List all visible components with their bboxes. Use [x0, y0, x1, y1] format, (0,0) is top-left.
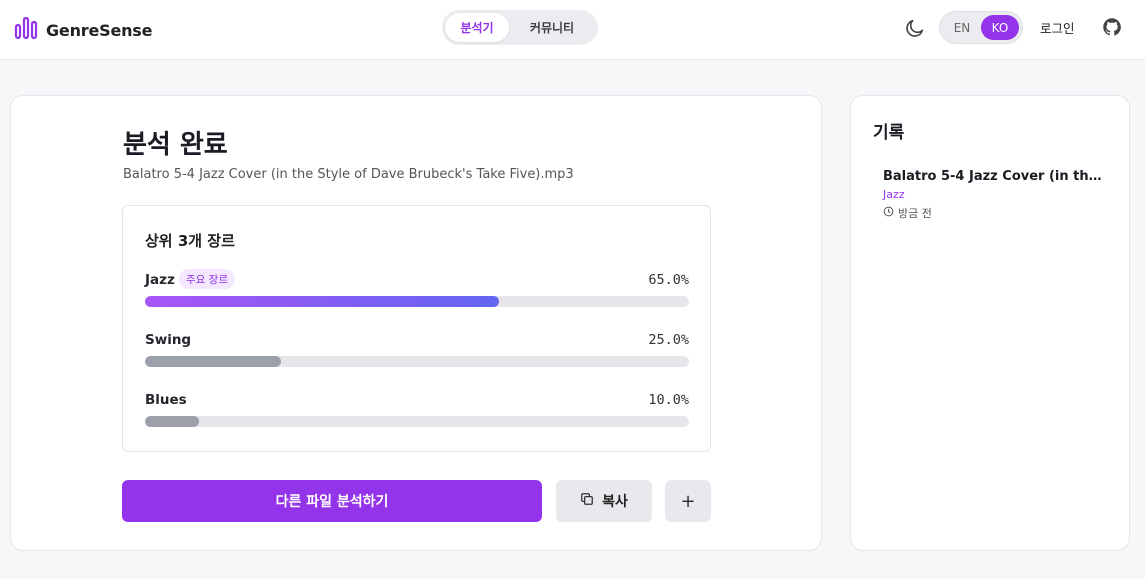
- copy-icon: [580, 492, 594, 510]
- github-icon[interactable]: [1102, 17, 1122, 41]
- copy-button[interactable]: 복사: [556, 480, 652, 522]
- moon-icon[interactable]: [904, 17, 926, 43]
- tab-community[interactable]: 커뮤니티: [511, 13, 593, 42]
- lang-en-option[interactable]: EN: [943, 15, 981, 40]
- genre-progress-track: [145, 296, 689, 307]
- genre-name: Jazz: [145, 272, 175, 288]
- history-item-title: Balatro 5-4 Jazz Cover (in the Style of …: [883, 169, 1105, 184]
- history-item-time: 방금 전: [883, 205, 1105, 221]
- genre-progress-track: [145, 356, 689, 367]
- bars-logo-icon: [14, 16, 38, 44]
- file-name: Balatro 5-4 Jazz Cover (in the Style of …: [123, 167, 574, 182]
- genre-percent: 65.0%: [648, 272, 689, 288]
- genre-progress-fill: [145, 356, 281, 367]
- genre-percent: 25.0%: [648, 332, 689, 348]
- genres-heading: 상위 3개 장르: [145, 232, 235, 250]
- logo[interactable]: GenreSense: [14, 16, 152, 44]
- history-item-time-label: 방금 전: [898, 207, 932, 220]
- page-title: 분석 완료: [123, 130, 228, 160]
- top-navbar: GenreSense 분석기 커뮤니티 EN KO 로그인: [0, 0, 1145, 60]
- copy-label: 복사: [602, 494, 628, 510]
- genre-results-panel: 상위 3개 장르 Jazz 주요 장르 65.0% Swing 25.0% Bl…: [122, 205, 711, 452]
- language-toggle: EN KO: [939, 11, 1023, 44]
- genre-percent: 10.0%: [648, 392, 689, 408]
- login-link[interactable]: 로그인: [1040, 18, 1075, 37]
- analyze-another-button[interactable]: 다른 파일 분석하기: [122, 480, 542, 522]
- add-button[interactable]: +: [665, 480, 711, 522]
- clock-icon: [883, 206, 894, 220]
- history-item[interactable]: Balatro 5-4 Jazz Cover (in the Style of …: [883, 169, 1105, 221]
- logo-text: GenreSense: [46, 20, 153, 40]
- genre-name: Blues: [145, 392, 187, 408]
- history-title: 기록: [873, 123, 905, 143]
- tab-analyzer[interactable]: 분석기: [445, 13, 509, 42]
- result-card: 분석 완료 Balatro 5-4 Jazz Cover (in the Sty…: [10, 95, 822, 551]
- genre-progress-fill: [145, 416, 200, 427]
- genre-progress-fill: [145, 296, 499, 307]
- mode-tabs: 분석기 커뮤니티: [442, 10, 598, 45]
- genre-name: Swing: [145, 332, 192, 348]
- lang-ko-option[interactable]: KO: [981, 15, 1019, 40]
- primary-genre-badge: 주요 장르: [179, 269, 235, 289]
- history-item-genre: Jazz: [883, 188, 905, 201]
- genre-progress-track: [145, 416, 689, 427]
- history-panel: 기록 Balatro 5-4 Jazz Cover (in the Style …: [850, 95, 1130, 551]
